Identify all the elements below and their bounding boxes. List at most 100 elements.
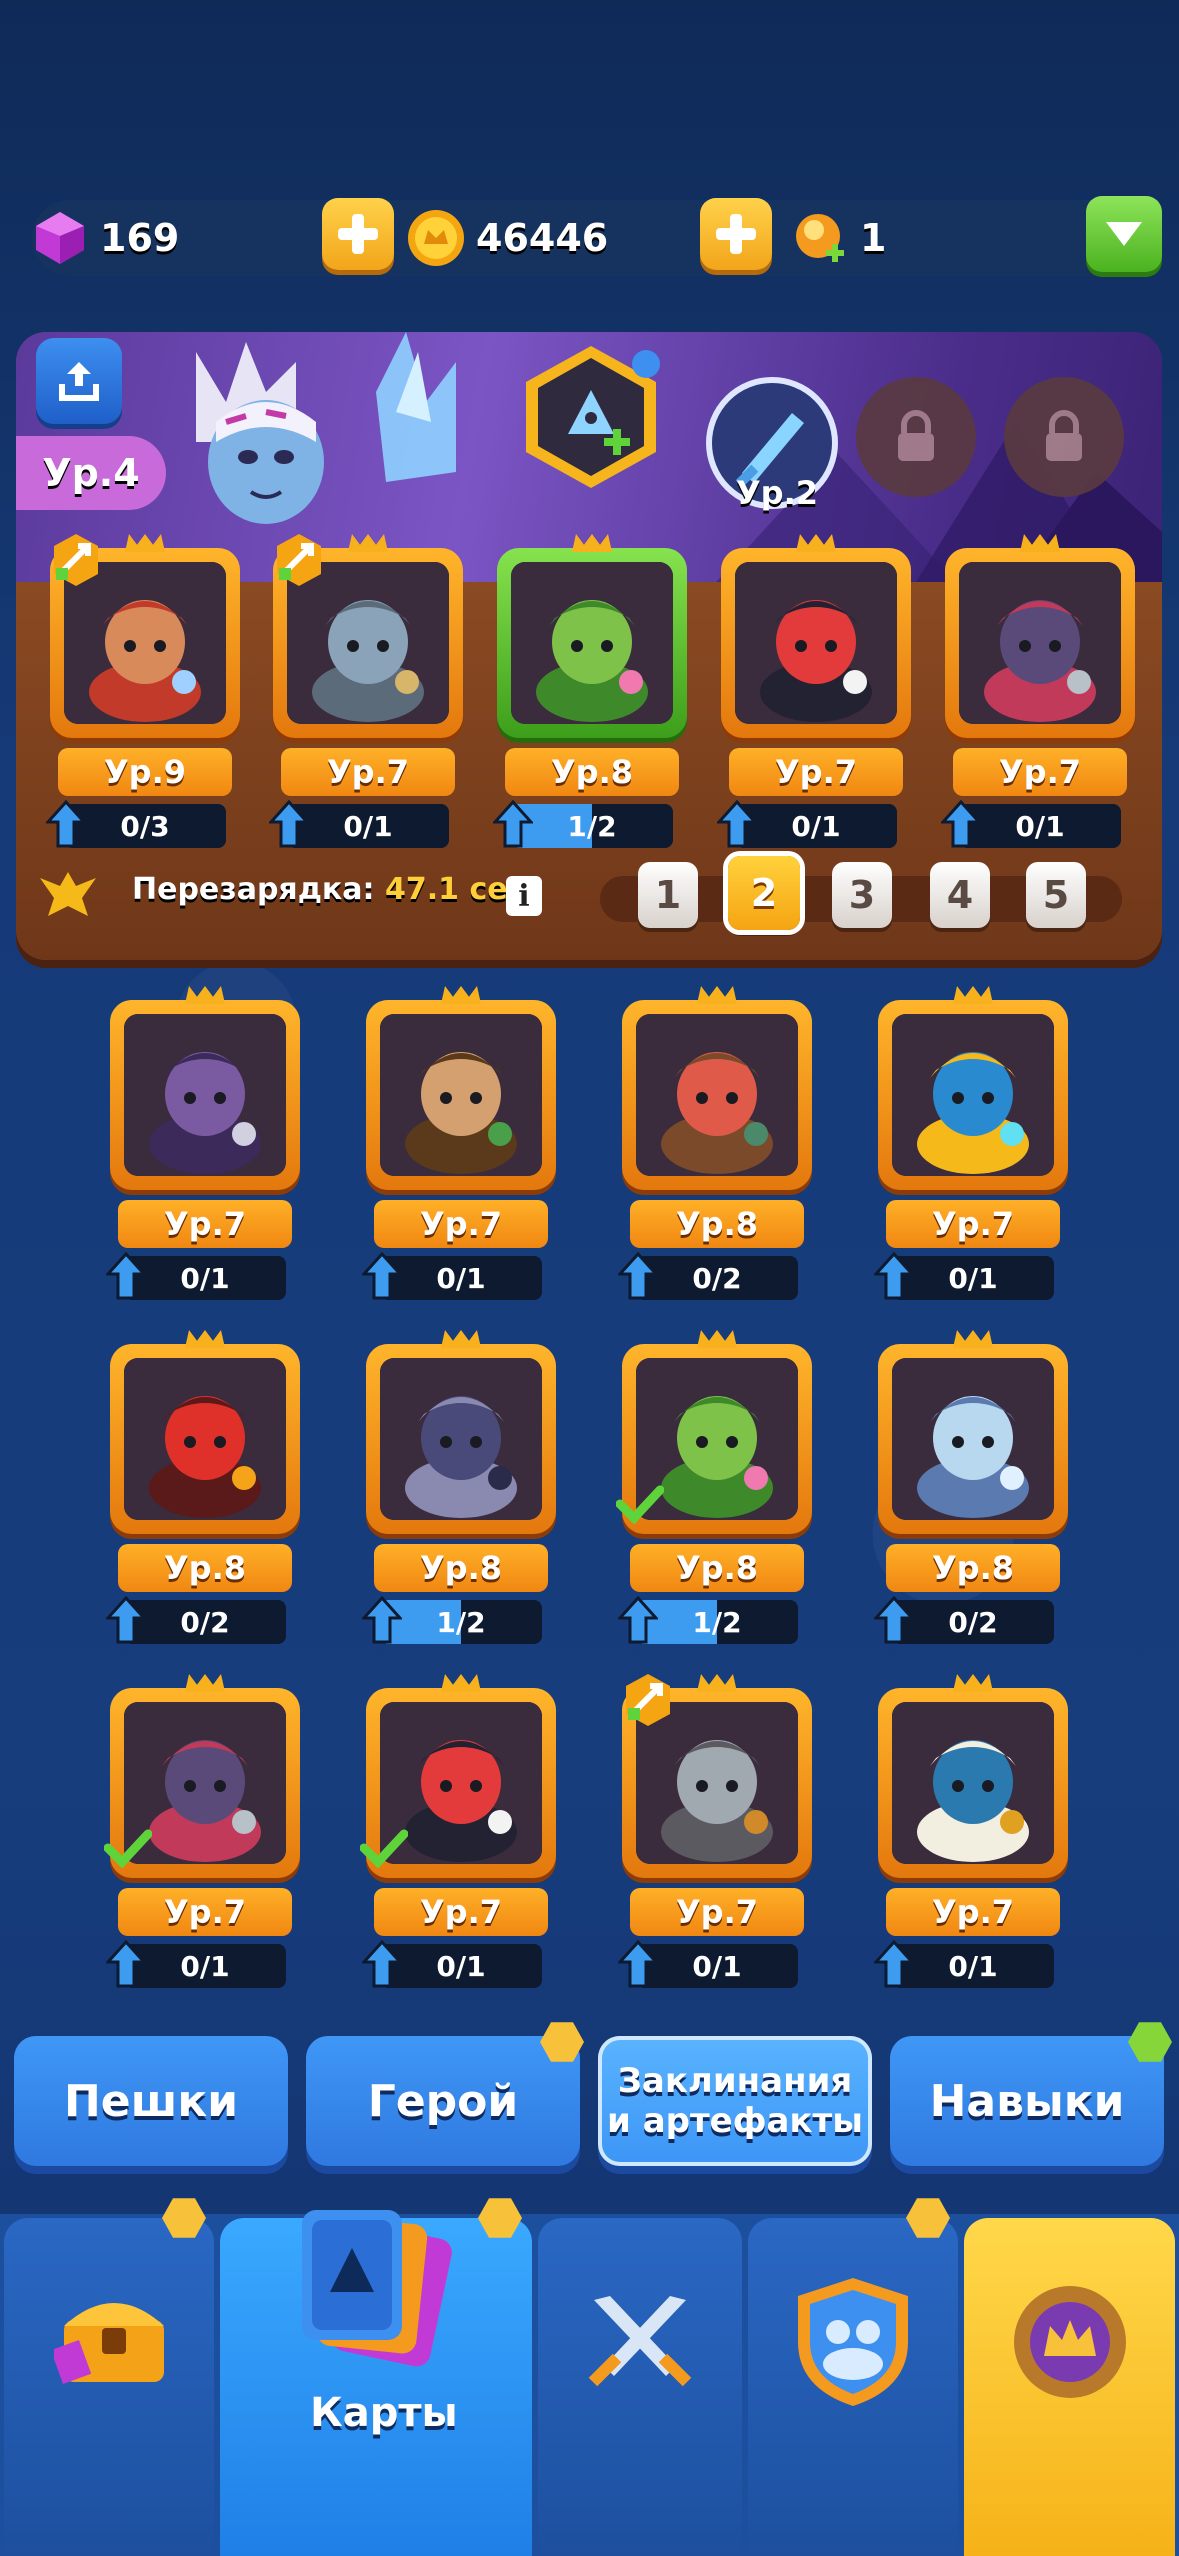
progress-text: 0/1	[1015, 809, 1065, 843]
upgrade-arrow-icon	[362, 1940, 402, 1988]
crown-icon	[125, 534, 165, 552]
card-progress: 0/1	[892, 1256, 1054, 1300]
recharge-label: Перезарядка:	[132, 872, 375, 907]
progress-text: 0/1	[180, 1261, 230, 1295]
nav-cards[interactable]	[220, 2210, 532, 2556]
card-progress: 1/2	[380, 1600, 542, 1644]
upgrade-arrow-icon	[618, 1940, 658, 1988]
card-level: Ур.8	[630, 1200, 804, 1248]
frost-knight-portrait-icon	[892, 1358, 1054, 1520]
upgrade-arrow-icon	[269, 800, 309, 848]
upgrade-available-icon	[54, 534, 98, 586]
recharge-text: Перезарядка: 47.1 сек.	[132, 872, 539, 907]
card-level: Ур.9	[58, 748, 232, 796]
card-level: Ур.7	[374, 1200, 548, 1248]
genie-portrait-icon	[892, 1702, 1054, 1864]
leprechaun-portrait-icon	[380, 1014, 542, 1176]
crown-icon	[953, 986, 993, 1004]
card-progress: 0/1	[735, 804, 897, 848]
card-progress: 0/1	[892, 1944, 1054, 1988]
cards-icon	[302, 2210, 452, 2367]
energy-counter: 1	[790, 200, 886, 276]
deck-page-2[interactable]: 2	[728, 856, 800, 930]
card-portrait	[892, 1358, 1054, 1520]
card-portrait	[892, 1014, 1054, 1176]
info-button[interactable]: i	[506, 876, 542, 916]
nav-shop[interactable]	[4, 2218, 214, 2556]
card-portrait	[959, 562, 1121, 724]
upgrade-arrow-icon	[362, 1252, 402, 1300]
card-level: Ур.8	[886, 1544, 1060, 1592]
share-icon	[59, 362, 99, 401]
card-progress: 0/1	[380, 1256, 542, 1300]
tab-pawns[interactable]: Пешки	[14, 2036, 288, 2166]
nav-cards-label: Карты	[310, 2390, 458, 2436]
upgrade-available-icon	[626, 1674, 670, 1726]
card-progress: 0/3	[64, 804, 226, 848]
card-portrait	[636, 1014, 798, 1176]
energy-orb-icon	[796, 214, 844, 262]
upgrade-arrow-icon	[493, 800, 533, 848]
progress-text: 0/2	[948, 1605, 998, 1639]
card-level: Ур.7	[281, 748, 455, 796]
coins-value: 46446	[476, 216, 609, 260]
clan-shield-icon	[798, 2278, 908, 2406]
energy-value: 1	[860, 216, 887, 260]
upgrade-arrow-icon	[618, 1596, 658, 1644]
locked-slot-1	[856, 377, 976, 497]
card-progress: 0/2	[892, 1600, 1054, 1644]
upgrade-arrow-icon	[106, 1596, 146, 1644]
nav-battle[interactable]	[538, 2218, 742, 2556]
card-progress: 0/1	[380, 1944, 542, 1988]
tab-spells-line1: Заклинания	[617, 2061, 853, 2101]
rogue-portrait-icon	[636, 1014, 798, 1176]
progress-text: 0/1	[948, 1261, 998, 1295]
card-progress: 0/1	[287, 804, 449, 848]
deck-page-4[interactable]: 4	[930, 862, 990, 928]
eagle-icon	[40, 872, 96, 916]
deck-page-3[interactable]: 3	[832, 862, 892, 928]
nav-rating[interactable]	[964, 2218, 1175, 2556]
card-level: Ур.8	[118, 1544, 292, 1592]
card-progress: 0/1	[636, 1944, 798, 1988]
card-level: Ур.7	[118, 1200, 292, 1248]
card-portrait	[380, 1014, 542, 1176]
share-deck-button[interactable]	[36, 338, 122, 424]
gems-value: 169	[100, 216, 180, 260]
talent-slot-add[interactable]	[516, 342, 666, 492]
card-progress: 0/1	[124, 1944, 286, 1988]
deck-page-5[interactable]: 5	[1026, 862, 1086, 928]
progress-text: 0/3	[120, 809, 170, 843]
upgrade-arrow-icon	[362, 1596, 402, 1644]
card-portrait	[124, 1014, 286, 1176]
card-progress: 0/2	[636, 1256, 798, 1300]
crown-icon	[796, 534, 836, 552]
card-level: Ур.7	[630, 1888, 804, 1936]
tab-spells-artifacts[interactable]: Заклинания и артефакты	[598, 2036, 872, 2166]
tab-hero[interactable]: Герой	[306, 2036, 580, 2166]
progress-text: 1/2	[567, 809, 617, 843]
tab-skills[interactable]: Навыки	[890, 2036, 1164, 2166]
nav-clan[interactable]	[748, 2218, 958, 2556]
buy-gems-button[interactable]	[322, 198, 394, 270]
deck-page-1[interactable]: 1	[638, 862, 698, 928]
card-portrait	[380, 1358, 542, 1520]
dropdown-menu-button[interactable]	[1086, 196, 1162, 272]
upgrade-arrow-icon	[874, 1940, 914, 1988]
upgrade-arrow-icon	[46, 800, 86, 848]
upgrade-arrow-icon	[874, 1252, 914, 1300]
crown-icon	[185, 986, 225, 1004]
coin-icon	[408, 210, 464, 266]
card-level: Ур.7	[729, 748, 903, 796]
card-level: Ур.7	[886, 1200, 1060, 1248]
progress-text: 0/1	[436, 1949, 486, 1983]
crown-icon	[348, 534, 388, 552]
progress-text: 0/2	[180, 1605, 230, 1639]
progress-text: 0/1	[692, 1949, 742, 1983]
lock-icon	[1046, 410, 1082, 461]
card-portrait	[892, 1702, 1054, 1864]
progress-text: 0/1	[343, 809, 393, 843]
dryad-portrait-icon	[511, 562, 673, 724]
buy-coins-button[interactable]	[700, 198, 772, 270]
progress-text: 0/1	[948, 1949, 998, 1983]
